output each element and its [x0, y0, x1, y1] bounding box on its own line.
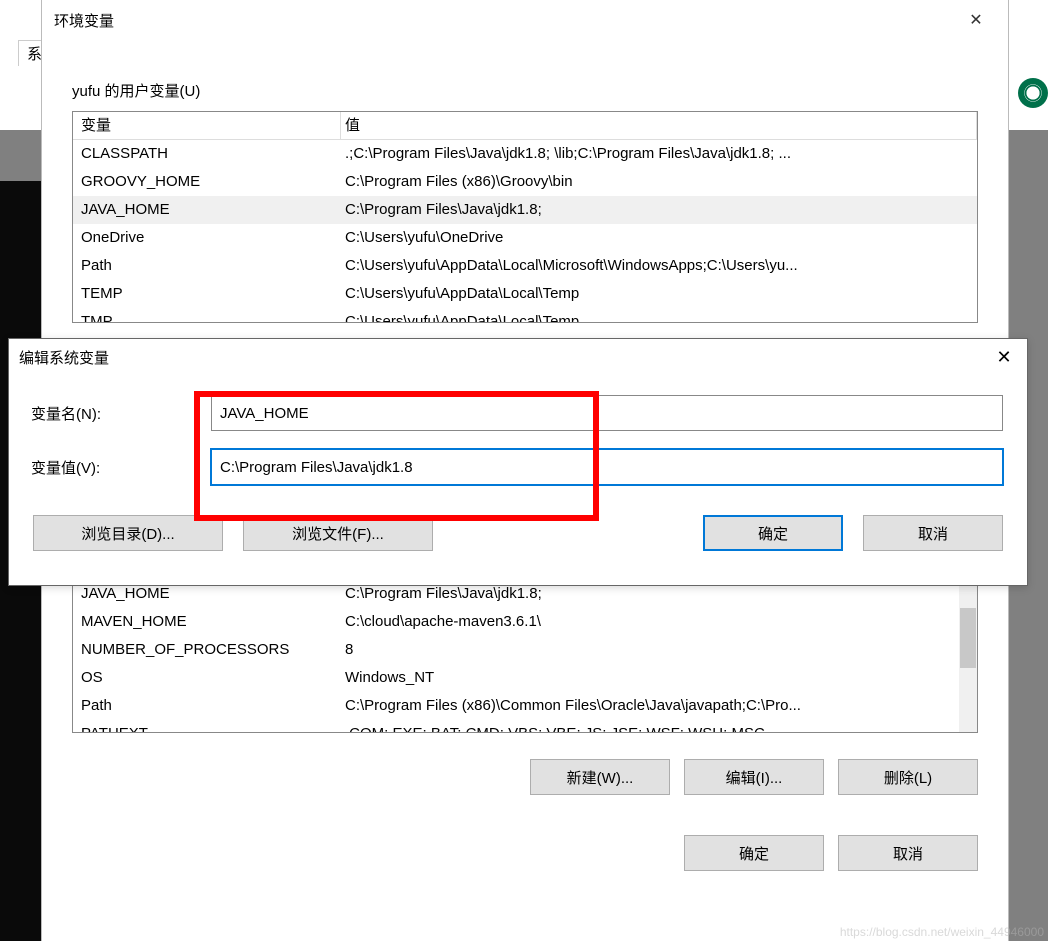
var-name: MAVEN_HOME: [73, 608, 341, 636]
system-buttons: 新建(W)... 编辑(I)... 删除(L): [72, 759, 978, 795]
starbucks-logo-icon: [1018, 78, 1048, 108]
table-row[interactable]: TMPC:\Users\yufu\AppData\Local\Temp: [73, 308, 977, 323]
table-row[interactable]: PathC:\Program Files (x86)\Common Files\…: [73, 692, 977, 720]
var-value: C:\Users\yufu\OneDrive: [341, 224, 977, 252]
edit-body: 变量名(N): 变量值(V):: [9, 375, 1027, 485]
var-name: TMP: [73, 308, 341, 323]
edit-dialog-buttons: 浏览目录(D)... 浏览文件(F)... 确定 取消: [9, 503, 1027, 551]
var-name: GROOVY_HOME: [73, 168, 341, 196]
var-name: OneDrive: [73, 224, 341, 252]
close-icon[interactable]: ✕: [981, 341, 1027, 373]
var-name: OS: [73, 664, 341, 692]
table-row[interactable]: JAVA_HOMEC:\Program Files\Java\jdk1.8;: [73, 196, 977, 224]
browse-dir-button[interactable]: 浏览目录(D)...: [33, 515, 223, 551]
variable-name-input[interactable]: [211, 395, 1003, 431]
edit-button[interactable]: 编辑(I)...: [684, 759, 824, 795]
system-vars-section: JAVA_HOMEC:\Program Files\Java\jdk1.8;MA…: [42, 579, 1008, 795]
cancel-button[interactable]: 取消: [838, 835, 978, 871]
table-row[interactable]: GROOVY_HOMEC:\Program Files (x86)\Groovy…: [73, 168, 977, 196]
table-row[interactable]: MAVEN_HOMEC:\cloud\apache-maven3.6.1\: [73, 608, 977, 636]
var-value: C:\Program Files (x86)\Groovy\bin: [341, 168, 977, 196]
var-value: C:\Users\yufu\AppData\Local\Temp: [341, 280, 977, 308]
var-name: PATHEXT: [73, 720, 341, 733]
value-label: 变量值(V):: [31, 457, 211, 478]
ok-button[interactable]: 确定: [703, 515, 843, 551]
var-name: Path: [73, 692, 341, 720]
var-value: Windows_NT: [341, 664, 977, 692]
close-icon[interactable]: ✕: [956, 2, 996, 38]
table-row[interactable]: OneDriveC:\Users\yufu\OneDrive: [73, 224, 977, 252]
system-vars-table[interactable]: JAVA_HOMEC:\Program Files\Java\jdk1.8;MA…: [72, 579, 978, 733]
edit-system-variable-dialog: 编辑系统变量 ✕ 变量名(N): 变量值(V): 浏览目录(D)... 浏览文件…: [8, 338, 1028, 586]
var-value: .COM;.EXE;.BAT;.CMD;.VBS;.VBE;.JS;.JSE;.…: [341, 720, 977, 733]
ok-button[interactable]: 确定: [684, 835, 824, 871]
header-var[interactable]: 变量: [73, 112, 341, 140]
delete-button[interactable]: 删除(L): [838, 759, 978, 795]
var-value: C:\cloud\apache-maven3.6.1\: [341, 608, 977, 636]
edit-title: 编辑系统变量: [19, 347, 981, 368]
env-titlebar: 环境变量 ✕: [42, 0, 1008, 40]
var-value: C:\Program Files\Java\jdk1.8;: [341, 196, 977, 224]
edit-titlebar: 编辑系统变量 ✕: [9, 339, 1027, 375]
table-row[interactable]: PATHEXT.COM;.EXE;.BAT;.CMD;.VBS;.VBE;.JS…: [73, 720, 977, 733]
var-name: CLASSPATH: [73, 140, 341, 168]
var-name: NUMBER_OF_PROCESSORS: [73, 636, 341, 664]
dialog-buttons: 确定 取消: [42, 835, 1008, 871]
table-row[interactable]: PathC:\Users\yufu\AppData\Local\Microsof…: [73, 252, 977, 280]
cancel-button[interactable]: 取消: [863, 515, 1003, 551]
name-field-row: 变量名(N):: [31, 395, 1003, 431]
table-row[interactable]: TEMPC:\Users\yufu\AppData\Local\Temp: [73, 280, 977, 308]
var-name: TEMP: [73, 280, 341, 308]
scrollbar[interactable]: [959, 580, 977, 732]
watermark: https://blog.csdn.net/weixin_44946000: [840, 925, 1044, 939]
user-vars-section: yufu 的用户变量(U) 变量 值 CLASSPATH.;C:\Program…: [42, 40, 1008, 323]
browse-file-button[interactable]: 浏览文件(F)...: [243, 515, 433, 551]
table-row[interactable]: NUMBER_OF_PROCESSORS8: [73, 636, 977, 664]
table-row[interactable]: OSWindows_NT: [73, 664, 977, 692]
table-row[interactable]: CLASSPATH.;C:\Program Files\Java\jdk1.8;…: [73, 140, 977, 168]
name-label: 变量名(N):: [31, 403, 211, 424]
user-vars-table[interactable]: 变量 值 CLASSPATH.;C:\Program Files\Java\jd…: [72, 111, 978, 323]
var-value: 8: [341, 636, 977, 664]
user-section-label: yufu 的用户变量(U): [72, 80, 978, 101]
value-field-row: 变量值(V):: [31, 449, 1003, 485]
var-name: JAVA_HOME: [73, 196, 341, 224]
var-value: C:\Users\yufu\AppData\Local\Temp: [341, 308, 977, 323]
var-value: C:\Program Files (x86)\Common Files\Orac…: [341, 692, 977, 720]
scrollbar-thumb[interactable]: [960, 608, 976, 668]
variable-value-input[interactable]: [211, 449, 1003, 485]
env-title: 环境变量: [54, 10, 956, 31]
var-value: C:\Users\yufu\AppData\Local\Microsoft\Wi…: [341, 252, 977, 280]
table-header: 变量 值: [73, 112, 977, 140]
new-button[interactable]: 新建(W)...: [530, 759, 670, 795]
var-value: .;C:\Program Files\Java\jdk1.8; \lib;C:\…: [341, 140, 977, 168]
var-name: Path: [73, 252, 341, 280]
header-val[interactable]: 值: [341, 112, 977, 140]
